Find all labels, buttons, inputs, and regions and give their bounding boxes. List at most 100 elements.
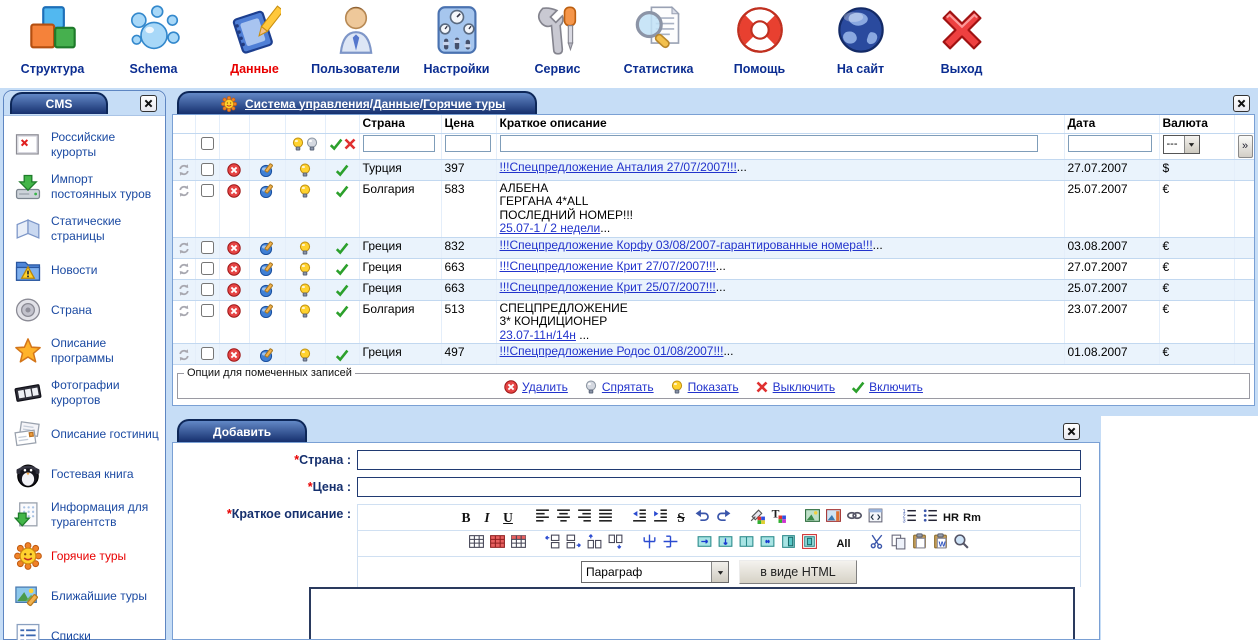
option-action-bulb-grey[interactable]: Спрятать	[584, 380, 654, 394]
align-right-button[interactable]	[575, 509, 593, 527]
option-action-bulb-yellow[interactable]: Показать	[670, 380, 739, 394]
currency-filter-select[interactable]: ---	[1163, 135, 1200, 154]
copy-button[interactable]	[890, 535, 908, 553]
toolbar-item-settings-panel[interactable]: Настройки	[406, 4, 507, 88]
visibility-button[interactable]	[298, 241, 312, 255]
refresh-button[interactable]	[177, 347, 191, 361]
html-view-button[interactable]: в виде HTML	[739, 560, 857, 584]
undo-button[interactable]	[693, 509, 711, 527]
delete-row-button[interactable]	[227, 241, 241, 255]
row-checkbox[interactable]	[201, 347, 214, 360]
breadcrumb-link[interactable]: Горячие туры	[423, 97, 505, 111]
tour-description-link[interactable]: !!!Спецпредложение Анталия 27/07/2007!!!	[500, 160, 737, 174]
toolbar-item-exit-cross[interactable]: Выход	[911, 4, 1012, 88]
row-checkbox[interactable]	[201, 262, 214, 275]
remove-format-button[interactable]: Rm	[963, 509, 981, 527]
toolbar-item-data-notebook[interactable]: Данные	[204, 4, 305, 88]
enabled-button[interactable]	[335, 304, 349, 318]
split-cell-vertical-button[interactable]	[641, 535, 659, 553]
sidebar-item-broken-image[interactable]: Российские курорты	[12, 124, 163, 166]
align-center-button[interactable]	[554, 509, 572, 527]
breadcrumb-link[interactable]: Данные	[373, 97, 420, 111]
visibility-button[interactable]	[298, 347, 312, 361]
paste-from-word-button[interactable]: W	[932, 535, 950, 553]
insert-flash-button[interactable]	[824, 509, 842, 527]
sidebar-item-near-tours-photo[interactable]: Ближайшие туры	[12, 576, 163, 616]
paragraph-select[interactable]: Параграф	[581, 561, 729, 583]
option-action-link[interactable]: Выключить	[773, 380, 835, 394]
visibility-button[interactable]	[298, 304, 312, 318]
edit-row-button[interactable]	[260, 283, 274, 297]
tour-description-link[interactable]: 23.07-11н/14н	[500, 328, 576, 342]
tour-description-link[interactable]: !!!Спецпредложение Крит 27/07/2007!!!	[500, 259, 716, 273]
price-filter-input[interactable]	[445, 135, 491, 152]
merge-cell-down-button[interactable]	[801, 535, 819, 553]
split-cell-horizontal-button[interactable]	[662, 535, 680, 553]
insert-column-after-button[interactable]	[607, 535, 625, 553]
visibility-button[interactable]	[298, 163, 312, 177]
align-justify-button[interactable]	[596, 509, 614, 527]
insert-column-before-button[interactable]	[586, 535, 604, 553]
refresh-button[interactable]	[177, 262, 191, 276]
insert-embed-button[interactable]	[866, 509, 884, 527]
delete-row-button[interactable]	[227, 163, 241, 177]
table-panel-close-button[interactable]	[1233, 95, 1250, 112]
country-filter-input[interactable]	[363, 135, 435, 152]
refresh-button[interactable]	[177, 304, 191, 318]
sidebar-item-country-speaker[interactable]: Страна	[12, 290, 163, 330]
ordered-list-button[interactable]: 123	[900, 509, 918, 527]
date-filter-input[interactable]	[1068, 135, 1152, 152]
enabled-button[interactable]	[335, 241, 349, 255]
toolbar-item-schema-bubbles[interactable]: Schema	[103, 4, 204, 88]
sidebar-item-agents-info-doc[interactable]: Информация для турагентств	[12, 494, 163, 536]
refresh-button[interactable]	[177, 184, 191, 198]
option-action-link[interactable]: Спрятать	[602, 380, 654, 394]
italic-button[interactable]: I	[478, 509, 496, 527]
insert-image-button[interactable]	[803, 509, 821, 527]
insert-cell-before-button[interactable]	[696, 535, 714, 553]
tour-description-link[interactable]: !!!Спецпредложение Корфу 03/08/2007-гара…	[500, 238, 873, 252]
outdent-button[interactable]	[630, 509, 648, 527]
enabled-button[interactable]	[335, 262, 349, 276]
sidebar-item-import-drive[interactable]: Импорт постоянных туров	[12, 166, 163, 208]
delete-row-button[interactable]	[227, 304, 241, 318]
delete-row-button[interactable]	[227, 283, 241, 297]
edit-row-button[interactable]	[260, 184, 274, 198]
delete-table-button[interactable]	[489, 535, 507, 553]
row-checkbox[interactable]	[201, 163, 214, 176]
form-panel-close-button[interactable]	[1063, 423, 1080, 440]
edit-row-button[interactable]	[260, 163, 274, 177]
tour-description-link[interactable]: !!!Спецпредложение Родос 01/08/2007!!!	[500, 344, 724, 358]
edit-row-button[interactable]	[260, 347, 274, 361]
toolbar-item-help-lifering[interactable]: Помощь	[709, 4, 810, 88]
select-all-button[interactable]: All	[835, 535, 853, 553]
edit-row-button[interactable]	[260, 304, 274, 318]
text-color-button[interactable]: T	[769, 509, 787, 527]
option-action-link[interactable]: Показать	[688, 380, 739, 394]
sidebar-item-lists-doc[interactable]: Списки	[12, 616, 163, 640]
delete-row-button[interactable]	[227, 347, 241, 361]
edit-row-button[interactable]	[260, 262, 274, 276]
enabled-filter-button[interactable]	[329, 137, 343, 151]
option-action-delete-circle[interactable]: Удалить	[504, 380, 568, 394]
bold-button[interactable]: B	[457, 509, 475, 527]
visibility-button[interactable]	[298, 262, 312, 276]
sidebar-item-hotels-postcards[interactable]: Описание гостиниц	[12, 414, 163, 454]
hide-filter-button[interactable]	[305, 137, 319, 151]
more-columns-button[interactable]: »	[1238, 135, 1253, 158]
price-field[interactable]	[357, 477, 1081, 497]
merge-cells-button[interactable]	[759, 535, 777, 553]
find-replace-button[interactable]	[953, 535, 971, 553]
paste-button[interactable]	[911, 535, 929, 553]
insert-link-button[interactable]	[845, 509, 863, 527]
option-action-check-green[interactable]: Включить	[851, 380, 923, 394]
sidebar-item-program-star[interactable]: Описание программы	[12, 330, 163, 372]
table-properties-button[interactable]	[510, 535, 528, 553]
disabled-filter-button[interactable]	[343, 137, 357, 151]
option-action-link[interactable]: Включить	[869, 380, 923, 394]
row-checkbox[interactable]	[201, 184, 214, 197]
breadcrumb-link[interactable]: Система управления	[245, 97, 370, 111]
unordered-list-button[interactable]	[921, 509, 939, 527]
edit-row-button[interactable]	[260, 241, 274, 255]
tour-description-link[interactable]: 25.07-1 / 2 недели	[500, 221, 601, 235]
